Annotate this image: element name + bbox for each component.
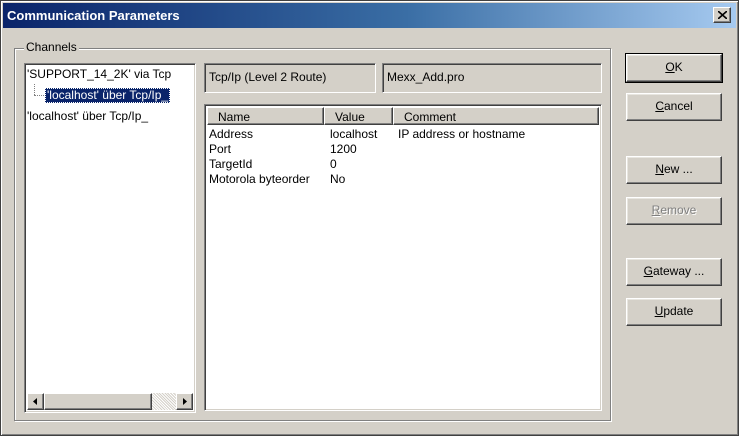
arrow-right-icon [183, 398, 187, 405]
row-value[interactable]: 0 [330, 157, 337, 172]
driver-field: Tcp/Ip (Level 2 Route) [204, 63, 376, 93]
parameters-grid[interactable]: Name Value Comment Address localhost IP … [204, 104, 602, 411]
tree-connector-horizontal [34, 95, 44, 96]
ok-button[interactable]: OK [625, 53, 723, 83]
new-button[interactable]: New ... [626, 156, 722, 184]
table-row[interactable]: Motorola byteorder No [205, 172, 597, 187]
row-name: Motorola byteorder [209, 172, 310, 186]
new-accel: N [655, 162, 664, 176]
scroll-right-button[interactable] [176, 393, 193, 410]
cancel-button[interactable]: Cancel [626, 93, 722, 121]
driver-text: Tcp/Ip (Level 2 Route) [209, 70, 327, 84]
remove-label: emove [660, 203, 697, 217]
column-comment[interactable]: Comment [393, 107, 599, 125]
ok-accel: O [665, 60, 675, 74]
tree-connector-vertical [34, 84, 35, 95]
scroll-left-button[interactable] [27, 393, 44, 410]
new-label: ew ... [663, 162, 693, 176]
ok-label: K [674, 60, 683, 74]
title-bar[interactable]: Communication Parameters [3, 3, 736, 28]
channels-tree[interactable]: 'SUPPORT_14_2K' via Tcp 'localhost' über… [24, 63, 196, 413]
row-value[interactable]: localhost [330, 127, 377, 142]
row-comment: IP address or hostname [398, 127, 526, 141]
window-title: Communication Parameters [7, 8, 180, 23]
communication-parameters-dialog: Communication Parameters Channels 'SUPPO… [0, 0, 739, 436]
gateway-button[interactable]: Gateway ... [626, 258, 722, 286]
tree-horizontal-scrollbar[interactable] [27, 393, 193, 410]
gateway-accel: G [643, 264, 653, 278]
remove-accel: R [651, 203, 661, 217]
column-name[interactable]: Name [207, 107, 324, 125]
arrow-left-icon [33, 398, 37, 405]
table-row[interactable]: Address localhost IP address or hostname [205, 127, 597, 142]
grid-header: Name Value Comment [207, 107, 599, 125]
cancel-label: ancel [663, 99, 693, 113]
close-button[interactable] [713, 7, 731, 23]
tree-item-localhost-child[interactable]: 'localhost' über Tcp/Ip_ [45, 88, 171, 103]
scroll-thumb[interactable] [44, 393, 152, 410]
channels-label: Channels [24, 40, 79, 54]
row-name: Address [209, 127, 254, 141]
gateway-label: ateway ... [652, 264, 705, 278]
row-name: TargetId [209, 157, 253, 171]
row-value[interactable]: 1200 [330, 142, 357, 157]
project-text: Mexx_Add.pro [387, 70, 465, 84]
cancel-accel: C [655, 99, 664, 113]
update-label: pdate [663, 304, 694, 318]
row-value[interactable]: No [330, 172, 345, 187]
table-row[interactable]: Port 1200 [205, 142, 597, 157]
row-name: Port [209, 142, 232, 156]
tree-item-localhost[interactable]: 'localhost' über Tcp/Ip_ [27, 109, 148, 124]
table-row[interactable]: TargetId 0 [205, 157, 597, 172]
close-icon [718, 11, 727, 19]
remove-button[interactable]: Remove [626, 197, 722, 225]
update-accel: U [654, 304, 664, 318]
column-value[interactable]: Value [324, 107, 393, 125]
tree-item-support-14-2k[interactable]: 'SUPPORT_14_2K' via Tcp [27, 67, 171, 82]
project-field: Mexx_Add.pro [382, 63, 602, 93]
update-button[interactable]: Update [626, 298, 722, 326]
